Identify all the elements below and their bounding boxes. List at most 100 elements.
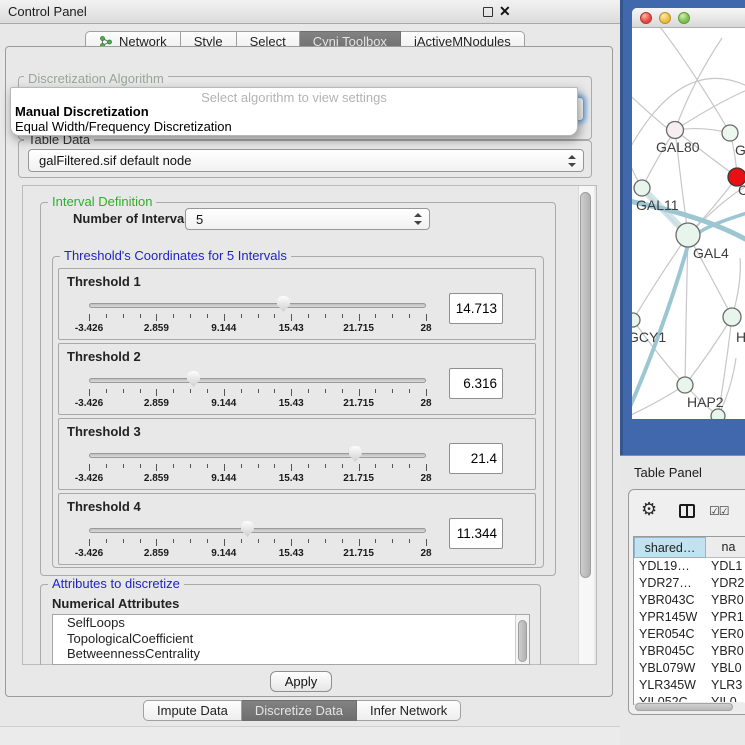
table-row[interactable]: YBR043CYBR0 bbox=[634, 592, 745, 609]
table-row[interactable]: YDR27…YDR2 bbox=[634, 575, 745, 592]
table-cell[interactable]: YBR043C bbox=[634, 592, 706, 609]
slider-track[interactable] bbox=[89, 528, 426, 533]
slider-minor-tick bbox=[274, 464, 275, 468]
table-cell[interactable]: YDR2 bbox=[706, 575, 745, 592]
table-row[interactable]: YLR345WYLR3 bbox=[634, 677, 745, 694]
vertical-scrollbar-thumb[interactable] bbox=[580, 192, 591, 578]
slider-thumb[interactable] bbox=[187, 371, 200, 387]
list-scrollbar[interactable] bbox=[515, 615, 529, 664]
slider-track[interactable] bbox=[89, 453, 426, 458]
network-node[interactable] bbox=[634, 180, 650, 196]
table-panel-header: Table Panel bbox=[620, 455, 745, 489]
thresholds-group-title: Threshold's Coordinates for 5 Intervals bbox=[60, 249, 291, 263]
table-row[interactable]: YBR045CYBR0 bbox=[634, 643, 745, 660]
network-node[interactable] bbox=[723, 308, 741, 326]
network-window-titlebar[interactable] bbox=[632, 8, 745, 28]
gear-icon[interactable]: ⚙ bbox=[641, 500, 657, 518]
slider-minor-tick bbox=[173, 389, 174, 393]
slider-tick-label: 28 bbox=[420, 473, 431, 484]
slider-minor-tick bbox=[140, 464, 141, 468]
float-window-icon[interactable] bbox=[483, 7, 493, 17]
table-cell[interactable]: YPR1 bbox=[706, 609, 745, 626]
slider-minor-tick bbox=[173, 314, 174, 318]
attribute-list-item[interactable]: SelfLoops bbox=[53, 615, 529, 631]
tab-impute-data[interactable]: Impute Data bbox=[143, 700, 242, 721]
tab-infer-network[interactable]: Infer Network bbox=[357, 700, 461, 721]
threshold-3-value-input[interactable] bbox=[449, 443, 503, 474]
table-cell[interactable]: YBL079W bbox=[634, 660, 706, 677]
threshold-2-value-input[interactable] bbox=[449, 368, 503, 399]
slider-thumb[interactable] bbox=[349, 446, 362, 462]
slider-tick-label: 9.144 bbox=[211, 473, 236, 484]
table-cell[interactable]: YLR345W bbox=[634, 677, 706, 694]
table-cell[interactable]: YDL19… bbox=[634, 558, 706, 575]
table-cell[interactable]: YLR3 bbox=[706, 677, 745, 694]
slider-thumb[interactable] bbox=[277, 296, 290, 312]
apply-button[interactable]: Apply bbox=[270, 671, 332, 692]
table-data-selected-value: galFiltered.sif default node bbox=[39, 150, 191, 171]
table-row[interactable]: YBL079WYBL0 bbox=[634, 660, 745, 677]
dropdown-option-equal-width-frequency[interactable]: Equal Width/Frequency Discretization bbox=[11, 119, 577, 134]
column-header-name[interactable]: na bbox=[706, 537, 745, 558]
network-node[interactable] bbox=[722, 125, 738, 141]
slider-minor-tick bbox=[375, 389, 376, 393]
zoom-traffic-light-icon[interactable] bbox=[678, 12, 690, 24]
table-row[interactable]: YER054CYER0 bbox=[634, 626, 745, 643]
network-node[interactable] bbox=[711, 409, 725, 419]
table-cell[interactable]: YBR0 bbox=[706, 592, 745, 609]
checkbox-icons[interactable]: ☑☑ bbox=[709, 504, 729, 518]
column-header-shared-name[interactable]: shared… bbox=[634, 537, 706, 558]
list-scrollbar-thumb[interactable] bbox=[518, 620, 527, 662]
slider-tick-label: 15.43 bbox=[279, 473, 304, 484]
threshold-4-value-input[interactable] bbox=[449, 518, 503, 549]
tab-discretize-data[interactable]: Discretize Data bbox=[242, 700, 357, 721]
slider-tick-label: 2.859 bbox=[144, 323, 169, 334]
slider-minor-tick bbox=[123, 464, 124, 468]
combo-spinner-icon bbox=[414, 213, 422, 225]
column-browser-icon[interactable] bbox=[679, 504, 695, 518]
table-data-combobox[interactable]: galFiltered.sif default node bbox=[28, 149, 584, 172]
table-cell[interactable]: YBL0 bbox=[706, 660, 745, 677]
table-horizontal-scrollbar[interactable] bbox=[634, 702, 745, 712]
table-cell[interactable]: YER0 bbox=[706, 626, 745, 643]
table-row[interactable]: YPR145WYPR1 bbox=[634, 609, 745, 626]
close-icon[interactable]: ✕ bbox=[499, 3, 511, 20]
table-horizontal-scrollbar-thumb[interactable] bbox=[635, 703, 733, 711]
table-cell[interactable]: YBR0 bbox=[706, 643, 745, 660]
close-traffic-light-icon[interactable] bbox=[640, 12, 652, 24]
slider-track[interactable] bbox=[89, 303, 426, 308]
dropdown-option-manual-discretization[interactable]: Manual Discretization bbox=[11, 104, 577, 119]
numerical-attributes-list[interactable]: SelfLoopsTopologicalCoefficientBetweenne… bbox=[52, 614, 530, 665]
network-view-canvas[interactable]: GAL80GACGAL11GAL4GCY1HHAP2 bbox=[632, 28, 745, 419]
number-of-intervals-combobox[interactable]: 5 bbox=[185, 208, 430, 230]
slider-minor-tick bbox=[392, 389, 393, 393]
table-cell[interactable]: YDL1 bbox=[706, 558, 745, 575]
attribute-list-item[interactable]: BetweennessCentrality bbox=[53, 646, 529, 662]
table-cell[interactable]: YPR145W bbox=[634, 609, 706, 626]
network-node[interactable] bbox=[676, 223, 700, 247]
cyni-bottom-tabs: Impute Data Discretize Data Infer Networ… bbox=[143, 700, 461, 721]
dropdown-placeholder-item[interactable]: Select algorithm to view settings bbox=[11, 88, 577, 104]
slider-minor-tick bbox=[207, 464, 208, 468]
slider-track[interactable] bbox=[89, 378, 426, 383]
threshold-1-value-input[interactable] bbox=[449, 293, 503, 324]
minimize-traffic-light-icon[interactable] bbox=[659, 12, 671, 24]
slider-minor-tick bbox=[258, 539, 259, 543]
slider-tick bbox=[156, 314, 157, 321]
slider-minor-tick bbox=[106, 389, 107, 393]
network-node[interactable] bbox=[677, 377, 693, 393]
table-row[interactable]: YDL19…YDL1 bbox=[634, 558, 745, 575]
network-node[interactable] bbox=[667, 122, 684, 139]
table-cell[interactable]: YDR27… bbox=[634, 575, 706, 592]
slider-tick-label: 21.715 bbox=[343, 473, 374, 484]
control-panel-titlebar: Control Panel bbox=[0, 0, 620, 24]
slider-minor-tick bbox=[106, 464, 107, 468]
slider-thumb[interactable] bbox=[241, 521, 254, 537]
table-cell[interactable]: YER054C bbox=[634, 626, 706, 643]
attribute-list-item[interactable]: TopologicalCoefficient bbox=[53, 631, 529, 647]
network-node[interactable] bbox=[632, 313, 640, 327]
slider-tick bbox=[156, 389, 157, 396]
slider-tick bbox=[89, 539, 90, 546]
table-cell[interactable]: YBR045C bbox=[634, 643, 706, 660]
slider-minor-tick bbox=[190, 314, 191, 318]
